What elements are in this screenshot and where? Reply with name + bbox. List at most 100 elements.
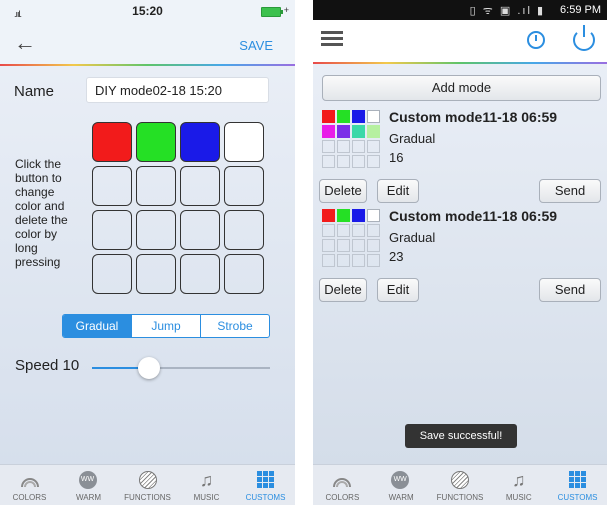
mode-color-swatch (322, 155, 335, 168)
tab-colors[interactable]: COLORS (0, 465, 59, 505)
color-slot-button[interactable] (224, 210, 264, 250)
speed-slider-knob[interactable] (137, 357, 160, 379)
tab-music[interactable]: ♫ MUSIC (489, 465, 548, 505)
color-slot-button[interactable] (224, 122, 264, 162)
color-slot-button[interactable] (180, 210, 220, 250)
tab-label: CUSTOMS (245, 493, 286, 502)
mode-color-swatch (322, 224, 335, 237)
tab-label: FUNCTIONS (436, 493, 484, 502)
ww-icon: WW (78, 471, 99, 489)
edit-button[interactable]: Edit (377, 278, 419, 302)
mode-color-swatch (337, 155, 350, 168)
mode-color-swatch (352, 155, 365, 168)
status-time: 6:59 PM (560, 4, 601, 16)
tab-warm[interactable]: WW WARM (59, 465, 118, 505)
menu-icon[interactable] (321, 31, 343, 49)
send-button[interactable]: Send (539, 278, 601, 302)
mode-color-swatch (352, 239, 365, 252)
mode-tab-gradual[interactable]: Gradual (63, 315, 131, 337)
ww-icon: WW (391, 471, 411, 489)
battery-icon (261, 7, 283, 17)
tab-colors[interactable]: COLORS (313, 465, 372, 505)
color-slot-button[interactable] (224, 254, 264, 294)
music-glyph: ♫ (199, 470, 214, 490)
mode-speed: 23 (389, 249, 404, 264)
add-mode-button[interactable]: Add mode (322, 75, 601, 101)
color-slot-button[interactable] (180, 122, 220, 162)
mode-color-swatch (322, 239, 335, 252)
customs-grid-icon (256, 471, 276, 489)
mode-color-swatch (367, 224, 380, 237)
tab-functions[interactable]: FUNCTIONS (118, 465, 177, 505)
bottom-tab-bar: COLORS WW WARM FUNCTIONS ♫ MUSIC CUSTOMS (313, 464, 607, 505)
rainbow-icon (20, 471, 40, 489)
status-icons: ▯ ᯤ ▣ .ıl ▮ (469, 5, 545, 17)
color-slot-button[interactable] (136, 122, 176, 162)
status-time: 15:20 (132, 4, 163, 18)
color-slot-button[interactable] (92, 122, 132, 162)
mode-color-swatch (367, 254, 380, 267)
alarm-clock-icon[interactable] (527, 31, 545, 49)
mode-color-swatch (337, 209, 350, 222)
toast-message: Save successful! (405, 424, 517, 448)
mode-color-swatch (322, 254, 335, 267)
rainbow-icon (332, 471, 352, 489)
tab-customs[interactable]: CUSTOMS (236, 465, 295, 505)
mode-type: Gradual (389, 230, 436, 245)
mode-color-swatch (322, 209, 335, 222)
mode-color-swatch (352, 110, 365, 123)
mode-color-swatch (367, 125, 380, 138)
mode-color-grid (322, 110, 380, 168)
name-input[interactable]: DIY mode02-18 15:20 (86, 77, 269, 103)
functions-icon (138, 471, 158, 489)
mode-tab-jump[interactable]: Jump (131, 315, 200, 337)
color-slot-button[interactable] (92, 166, 132, 206)
tab-functions[interactable]: FUNCTIONS (431, 465, 490, 505)
edit-button[interactable]: Edit (377, 179, 419, 203)
mode-color-swatch (337, 239, 350, 252)
tab-label: FUNCTIONS (124, 493, 171, 502)
color-slot-button[interactable] (136, 210, 176, 250)
mode-color-swatch (337, 140, 350, 153)
status-bar: ▯ ᯤ ▣ .ıl ▮ 6:59 PM (313, 0, 607, 20)
mode-color-swatch (337, 224, 350, 237)
back-arrow-icon[interactable]: ← (14, 32, 36, 54)
mode-color-swatch (352, 209, 365, 222)
color-slot-button[interactable] (224, 166, 264, 206)
speed-label: Speed 10 (15, 357, 80, 374)
customs-grid-icon (568, 471, 588, 489)
nav-bar: ← SAVE (0, 22, 295, 66)
left-phone-screen: .ııl. 15:20 + ← SAVE Name DIY mode02-18 … (0, 0, 295, 505)
delete-button[interactable]: Delete (319, 179, 367, 203)
tab-music[interactable]: ♫ MUSIC (177, 465, 236, 505)
color-slot-button[interactable] (92, 254, 132, 294)
custom-mode-card: Custom mode11-18 06:59 Gradual 23 Delete Edi… (313, 208, 607, 304)
music-note-icon: ♫ (197, 471, 217, 489)
mode-tab-strobe[interactable]: Strobe (200, 315, 269, 337)
tab-warm[interactable]: WW WARM (372, 465, 431, 505)
delete-button[interactable]: Delete (319, 278, 367, 302)
color-slot-button[interactable] (136, 254, 176, 294)
color-grid (92, 122, 270, 294)
color-slot-button[interactable] (136, 166, 176, 206)
color-slot-button[interactable] (180, 254, 220, 294)
save-button[interactable]: SAVE (239, 38, 273, 53)
mode-color-swatch (322, 140, 335, 153)
mode-color-grid (322, 209, 380, 267)
mode-color-swatch (367, 209, 380, 222)
send-button[interactable]: Send (539, 179, 601, 203)
music-glyph: ♫ (512, 470, 526, 490)
mode-segmented-control: Gradual Jump Strobe (62, 314, 270, 338)
color-hint-text: Click the button to change color and del… (15, 157, 68, 269)
mode-color-swatch (337, 125, 350, 138)
color-slot-button[interactable] (180, 166, 220, 206)
speed-slider[interactable] (92, 357, 270, 379)
power-icon[interactable] (573, 25, 595, 51)
status-bar: .ııl. 15:20 + (0, 0, 295, 22)
tab-customs[interactable]: CUSTOMS (548, 465, 607, 505)
mode-color-swatch (352, 125, 365, 138)
color-slot-button[interactable] (92, 210, 132, 250)
nav-bar (313, 20, 607, 64)
mode-color-swatch (352, 224, 365, 237)
ww-badge: WW (391, 471, 410, 489)
